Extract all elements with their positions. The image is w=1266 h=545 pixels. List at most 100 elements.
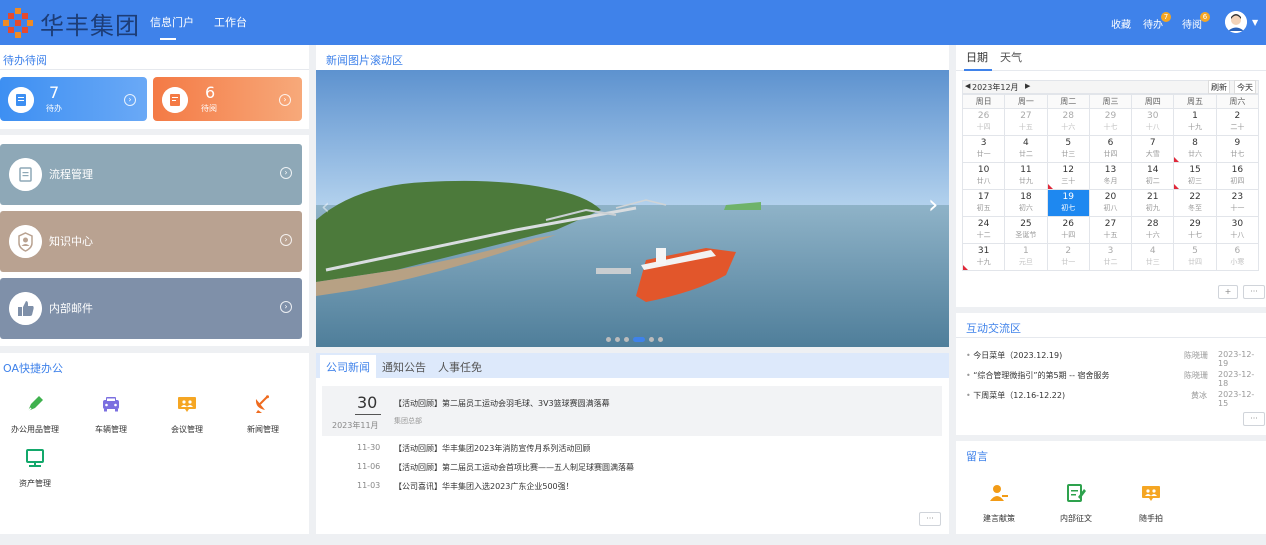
quick-office-supplies[interactable]: 办公用品管理 bbox=[5, 394, 65, 435]
calendar-day[interactable]: 12 三十 bbox=[1046, 162, 1090, 190]
chevron-right-icon: › bbox=[280, 234, 292, 246]
refresh-button[interactable]: 刷新 bbox=[1208, 80, 1230, 94]
calendar-day[interactable]: 2 二十 bbox=[1215, 108, 1260, 136]
calendar-day[interactable]: 14 初二 bbox=[1131, 162, 1175, 190]
nav-tab-portal[interactable]: 信息门户 bbox=[150, 14, 194, 40]
calendar-day[interactable]: 24 十二 bbox=[961, 216, 1006, 244]
slider-prev-icon[interactable]: ‹ bbox=[321, 195, 330, 220]
slider-dot[interactable] bbox=[649, 337, 654, 342]
quick-asset-management[interactable]: 资产管理 bbox=[5, 448, 65, 489]
calendar-day[interactable]: 1 元旦 bbox=[1004, 243, 1048, 271]
calendar-add-button[interactable]: + bbox=[1218, 285, 1238, 299]
next-month-icon[interactable]: ▶ bbox=[1025, 82, 1030, 90]
calendar-day[interactable]: 8 廿六 bbox=[1173, 135, 1217, 163]
calendar-month[interactable]: 2023年12月 bbox=[972, 82, 1019, 93]
calendar-day[interactable]: 25 圣诞节 bbox=[1004, 216, 1048, 244]
today-button[interactable]: 今天 bbox=[1234, 80, 1256, 94]
slider-dot[interactable] bbox=[624, 337, 629, 342]
module-process-management[interactable]: 流程管理 › bbox=[0, 144, 302, 205]
calendar-day[interactable]: 11 廿九 bbox=[1004, 162, 1048, 190]
interact-item[interactable]: • 今日菜单（2023.12.19) 陈晓珊 2023-12-19 bbox=[966, 350, 1260, 368]
slider-dot[interactable] bbox=[633, 337, 645, 342]
news-more-button[interactable]: ··· bbox=[919, 512, 941, 526]
calendar-lunar-date: 小寒 bbox=[1230, 258, 1245, 266]
calendar-day[interactable]: 19 初七 bbox=[1046, 189, 1090, 217]
calendar-week-row: 3 廿一 4 廿二 5 廿三 6 廿四 7 大雪 8 廿六 9 廿七 bbox=[961, 135, 1260, 163]
calendar-day[interactable]: 18 初六 bbox=[1004, 189, 1048, 217]
calendar-day[interactable]: 3 廿一 bbox=[961, 135, 1006, 163]
calendar-day[interactable]: 26 十四 bbox=[1046, 216, 1090, 244]
calendar-day[interactable]: 20 初八 bbox=[1088, 189, 1133, 217]
calendar-day[interactable]: 1 十九 bbox=[1173, 108, 1217, 136]
slider-dot[interactable] bbox=[615, 337, 620, 342]
prev-month-icon[interactable]: ◀ bbox=[965, 82, 970, 90]
calendar-day[interactable]: 10 廿八 bbox=[961, 162, 1006, 190]
toread-link[interactable]: 待阅 6 bbox=[1182, 12, 1210, 31]
avatar[interactable] bbox=[1225, 11, 1247, 33]
todo-card[interactable]: 7 待办 › bbox=[0, 77, 147, 121]
calendar-day[interactable]: 21 初九 bbox=[1131, 189, 1175, 217]
toread-card[interactable]: 6 待阅 › bbox=[153, 77, 302, 121]
logo-icon bbox=[3, 8, 33, 38]
module-knowledge-center[interactable]: 知识中心 › bbox=[0, 211, 302, 272]
quick-news-management[interactable]: 新闻管理 bbox=[233, 394, 293, 435]
calendar-day-number: 26 bbox=[977, 111, 990, 121]
calendar-more-button[interactable]: ··· bbox=[1243, 285, 1265, 299]
calendar-day[interactable]: 31 十九 bbox=[961, 243, 1006, 271]
calendar-day[interactable]: 5 廿四 bbox=[1173, 243, 1217, 271]
calendar-day[interactable]: 27 十五 bbox=[1088, 216, 1133, 244]
news-item-title[interactable]: 【活动回顾】第二届员工运动会首项比赛——五人制足球赛圆满落幕 bbox=[394, 462, 634, 473]
calendar-day[interactable]: 15 初三 bbox=[1173, 162, 1217, 190]
calendar-day[interactable]: 6 小寒 bbox=[1215, 243, 1260, 271]
quick-vehicle-management[interactable]: 车辆管理 bbox=[81, 394, 141, 435]
calendar-day[interactable]: 7 大雪 bbox=[1131, 135, 1175, 163]
calendar-day[interactable]: 16 初四 bbox=[1215, 162, 1260, 190]
calendar-day[interactable]: 30 十八 bbox=[1215, 216, 1260, 244]
slider-dot[interactable] bbox=[658, 337, 663, 342]
news-item-title[interactable]: 【公司喜讯】华丰集团入选2023广东企业500强！ bbox=[394, 481, 574, 492]
calendar-day[interactable]: 30 十八 bbox=[1131, 108, 1175, 136]
tab-date[interactable]: 日期 bbox=[966, 49, 988, 65]
slider-next-icon[interactable]: › bbox=[928, 190, 938, 220]
calendar-day[interactable]: 2 廿一 bbox=[1046, 243, 1090, 271]
message-essay[interactable]: 内部征文 bbox=[1046, 483, 1106, 524]
favorites-link[interactable]: 收藏 bbox=[1111, 16, 1131, 31]
calendar-day[interactable]: 22 冬至 bbox=[1173, 189, 1217, 217]
calendar-day[interactable]: 17 初五 bbox=[961, 189, 1006, 217]
module-internal-mail[interactable]: 内部邮件 › bbox=[0, 278, 302, 339]
calendar-day[interactable]: 29 十七 bbox=[1173, 216, 1217, 244]
quick-meeting-management[interactable]: 会议管理 bbox=[157, 394, 217, 435]
calendar-day[interactable]: 26 十四 bbox=[961, 108, 1006, 136]
interact-item[interactable]: • “综合管理微指引”的第5期 -- 宿舍服务 陈晓珊 2023-12-18 bbox=[966, 370, 1260, 388]
message-suggestion[interactable]: 建言献策 bbox=[969, 483, 1029, 524]
slider-indicator[interactable] bbox=[606, 331, 667, 342]
calendar-day[interactable]: 6 廿四 bbox=[1088, 135, 1133, 163]
slider-dot[interactable] bbox=[606, 337, 611, 342]
tab-company-news[interactable]: 公司新闻 bbox=[326, 359, 370, 375]
calendar-day[interactable]: 28 十六 bbox=[1131, 216, 1175, 244]
chevron-down-icon[interactable]: ▼ bbox=[1252, 18, 1258, 27]
calendar-day[interactable]: 29 十七 bbox=[1088, 108, 1133, 136]
calendar-day[interactable]: 4 廿二 bbox=[1004, 135, 1048, 163]
calendar-day[interactable]: 13 冬月 bbox=[1088, 162, 1133, 190]
calendar-grid: 周日 周一 周二 周三 周四 周五 周六 26 十四 27 十五 28 十六 29 十七 30 十八 1 十九 2 二… bbox=[961, 94, 1260, 271]
featured-news[interactable]: 30 2023年11月 【活动回顾】第二届员工运动会羽毛球、3V3篮球赛圆满落幕… bbox=[322, 386, 942, 436]
calendar-day[interactable]: 23 十一 bbox=[1215, 189, 1260, 217]
message-snapshot[interactable]: 随手拍 bbox=[1121, 483, 1181, 524]
interact-more-button[interactable]: ··· bbox=[1243, 412, 1265, 426]
tab-weather[interactable]: 天气 bbox=[1000, 49, 1022, 65]
calendar-day[interactable]: 28 十六 bbox=[1046, 108, 1090, 136]
todo-link[interactable]: 待办 7 bbox=[1143, 12, 1171, 31]
calendar-day[interactable]: 5 廿三 bbox=[1046, 135, 1090, 163]
tab-notices[interactable]: 通知公告 bbox=[382, 359, 426, 375]
news-item-title[interactable]: 【活动回顾】华丰集团2023年消防宣传月系列活动回顾 bbox=[394, 443, 590, 454]
calendar-day[interactable]: 9 廿七 bbox=[1215, 135, 1260, 163]
calendar-day[interactable]: 27 十五 bbox=[1004, 108, 1048, 136]
interact-item[interactable]: • 下周菜单（12.16-12.22) 黄冰 2023-12-15 bbox=[966, 390, 1260, 408]
tab-personnel[interactable]: 人事任免 bbox=[438, 359, 482, 375]
calendar-day[interactable]: 4 廿三 bbox=[1131, 243, 1175, 271]
calendar-lunar-date: 廿六 bbox=[1188, 150, 1203, 158]
nav-tab-workbench[interactable]: 工作台 bbox=[214, 14, 247, 30]
slider-image[interactable] bbox=[316, 70, 949, 347]
calendar-day[interactable]: 3 廿二 bbox=[1088, 243, 1133, 271]
